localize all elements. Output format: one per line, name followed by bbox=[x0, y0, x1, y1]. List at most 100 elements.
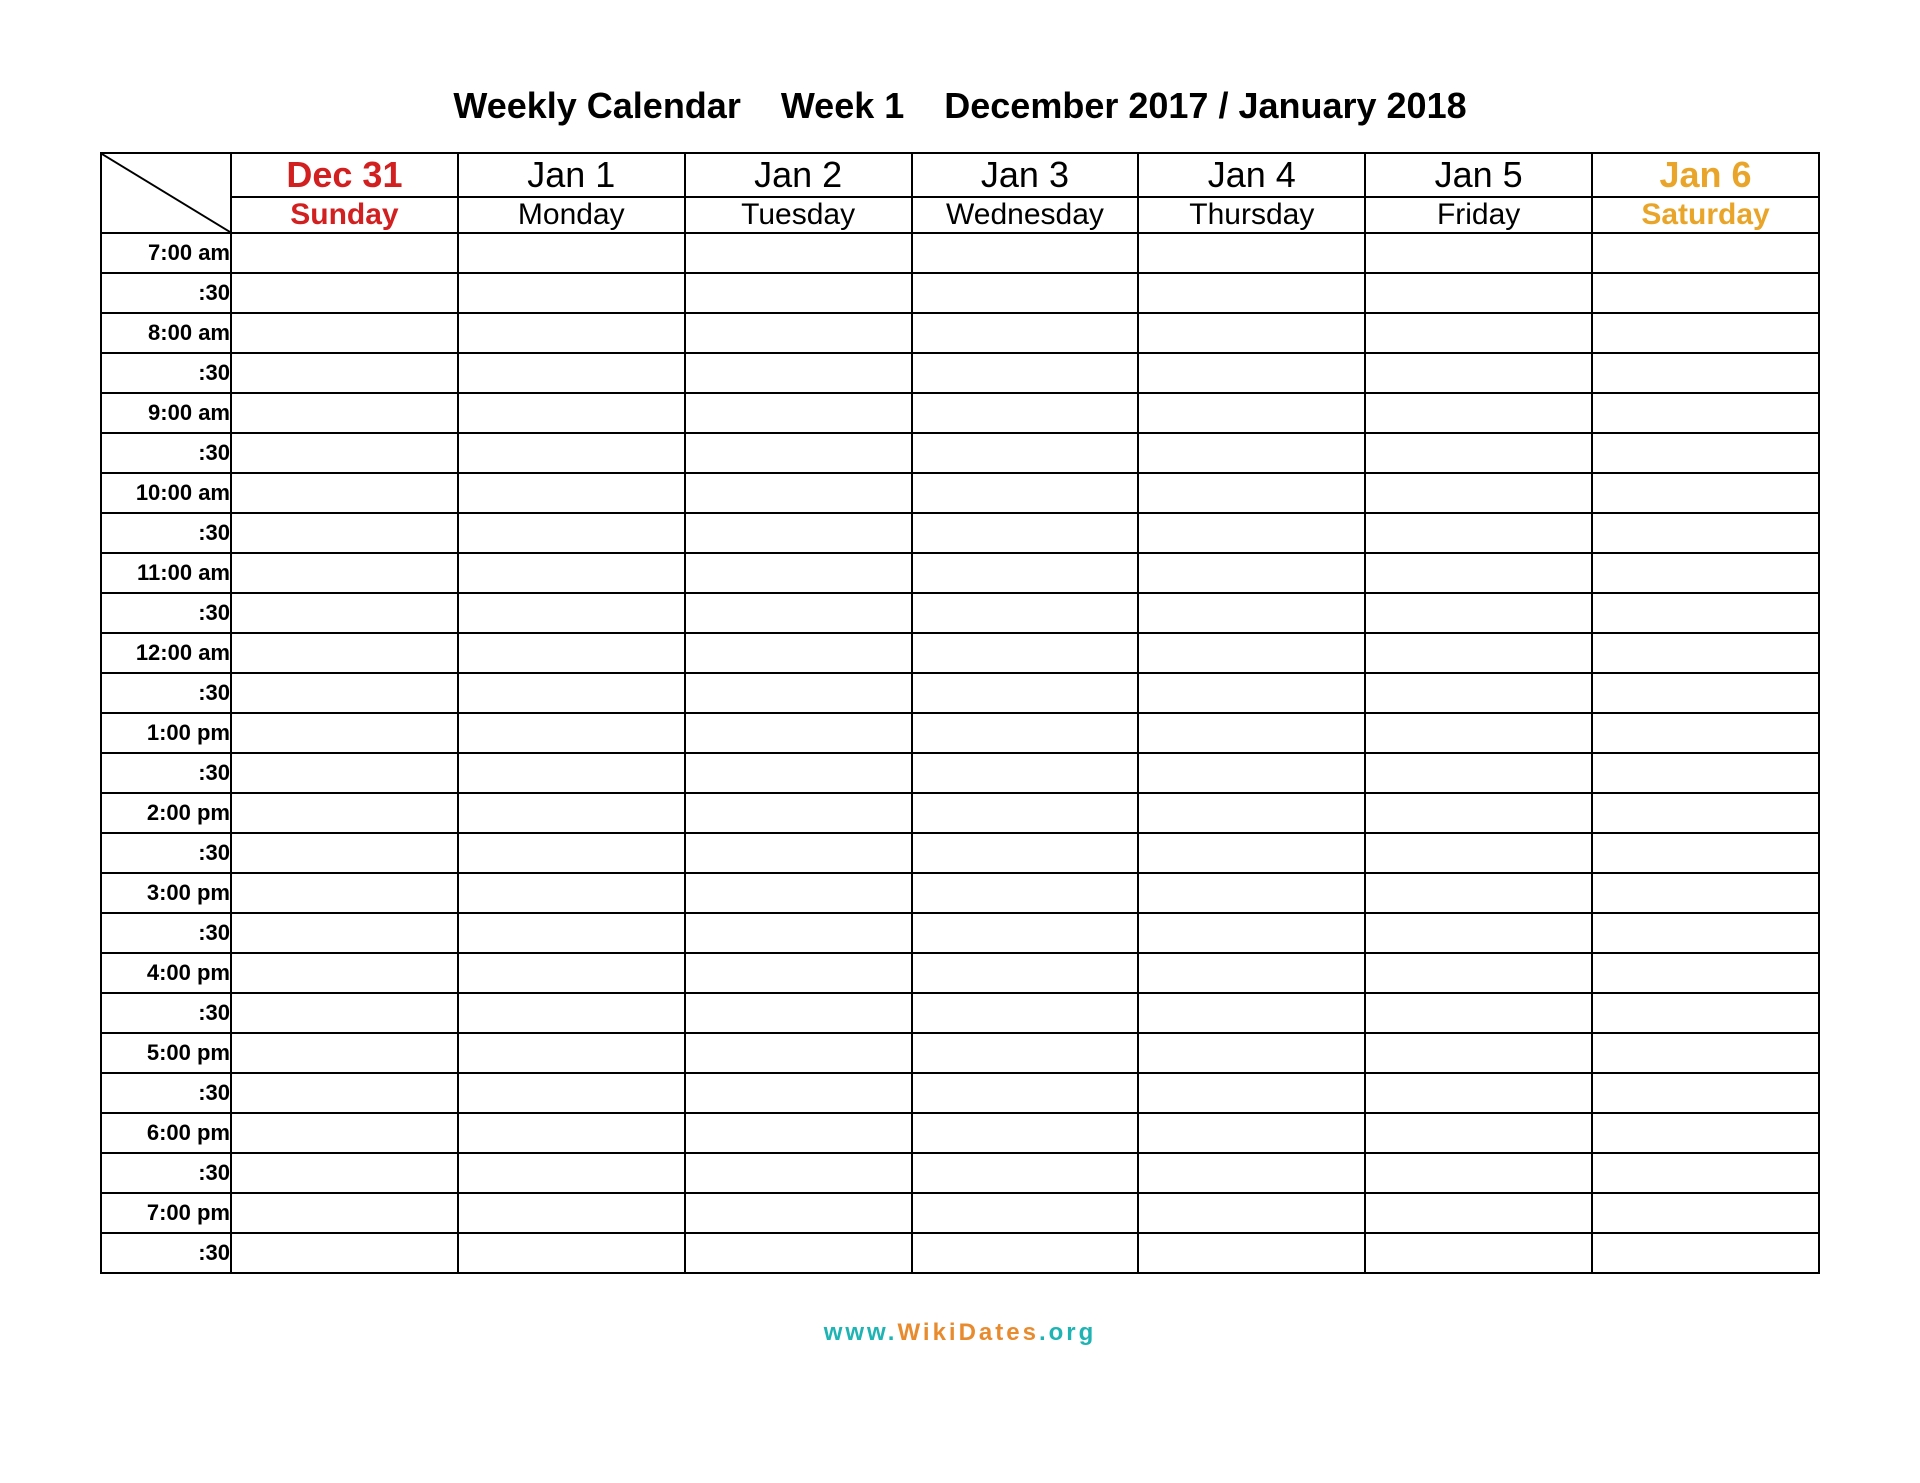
time-slot bbox=[1592, 1193, 1819, 1233]
time-row: :30 bbox=[101, 1233, 1819, 1273]
time-label: :30 bbox=[101, 353, 231, 393]
time-slot bbox=[231, 1113, 458, 1153]
time-slot bbox=[1592, 753, 1819, 793]
time-slot bbox=[231, 793, 458, 833]
time-row: :30 bbox=[101, 273, 1819, 313]
time-label: 6:00 pm bbox=[101, 1113, 231, 1153]
time-slot bbox=[685, 833, 912, 873]
time-slot bbox=[458, 673, 685, 713]
time-slot bbox=[685, 273, 912, 313]
time-row: :30 bbox=[101, 353, 1819, 393]
time-label: 11:00 am bbox=[101, 553, 231, 593]
time-row: :30 bbox=[101, 833, 1819, 873]
time-slot bbox=[685, 673, 912, 713]
time-label: :30 bbox=[101, 833, 231, 873]
time-slot bbox=[685, 713, 912, 753]
time-slot bbox=[1592, 713, 1819, 753]
footer-url: www.WikiDates.org bbox=[100, 1319, 1820, 1347]
time-row: 5:00 pm bbox=[101, 1033, 1819, 1073]
time-slot bbox=[912, 993, 1139, 1033]
time-slot bbox=[912, 1073, 1139, 1113]
time-slot bbox=[685, 473, 912, 513]
time-slot bbox=[1365, 1153, 1592, 1193]
time-slot bbox=[912, 1193, 1139, 1233]
time-slot bbox=[685, 993, 912, 1033]
time-label: :30 bbox=[101, 433, 231, 473]
dayname-row: Sunday Monday Tuesday Wednesday Thursday… bbox=[101, 197, 1819, 233]
time-slot bbox=[458, 913, 685, 953]
time-slot bbox=[1138, 953, 1365, 993]
time-slot bbox=[685, 873, 912, 913]
time-slot bbox=[231, 1153, 458, 1193]
time-slot bbox=[231, 833, 458, 873]
time-slot bbox=[1365, 673, 1592, 713]
time-slot bbox=[231, 513, 458, 553]
time-row: :30 bbox=[101, 433, 1819, 473]
time-slot bbox=[1138, 233, 1365, 273]
time-row: :30 bbox=[101, 593, 1819, 633]
time-slot bbox=[685, 233, 912, 273]
time-slot bbox=[685, 553, 912, 593]
time-slot bbox=[912, 1233, 1139, 1273]
time-row: :30 bbox=[101, 1073, 1819, 1113]
dayname-header: Sunday bbox=[231, 197, 458, 233]
time-label: 3:00 pm bbox=[101, 873, 231, 913]
time-slot bbox=[458, 1113, 685, 1153]
time-slot bbox=[458, 1153, 685, 1193]
time-slot bbox=[685, 1033, 912, 1073]
time-label: :30 bbox=[101, 1073, 231, 1113]
time-slot bbox=[685, 1153, 912, 1193]
time-slot bbox=[912, 1033, 1139, 1073]
time-slot bbox=[231, 753, 458, 793]
time-slot bbox=[685, 1193, 912, 1233]
time-slot bbox=[1365, 753, 1592, 793]
time-slot bbox=[1592, 1033, 1819, 1073]
time-slot bbox=[1592, 913, 1819, 953]
date-row: Dec 31 Jan 1 Jan 2 Jan 3 Jan 4 Jan 5 Jan… bbox=[101, 153, 1819, 197]
time-slot bbox=[458, 873, 685, 913]
time-slot bbox=[1365, 1113, 1592, 1153]
time-label: 7:00 am bbox=[101, 233, 231, 273]
time-slot bbox=[912, 433, 1139, 473]
time-label: :30 bbox=[101, 993, 231, 1033]
time-slot bbox=[458, 513, 685, 553]
time-slot bbox=[231, 1233, 458, 1273]
time-label: 7:00 pm bbox=[101, 1193, 231, 1233]
time-slot bbox=[1365, 1193, 1592, 1233]
time-slot bbox=[458, 833, 685, 873]
time-row: 10:00 am bbox=[101, 473, 1819, 513]
time-slot bbox=[1365, 833, 1592, 873]
time-row: 11:00 am bbox=[101, 553, 1819, 593]
time-row: 1:00 pm bbox=[101, 713, 1819, 753]
calendar-body: 7:00 am:308:00 am:309:00 am:3010:00 am:3… bbox=[101, 233, 1819, 1273]
time-slot bbox=[1365, 713, 1592, 753]
date-header: Jan 5 bbox=[1365, 153, 1592, 197]
time-slot bbox=[1138, 553, 1365, 593]
date-header: Jan 4 bbox=[1138, 153, 1365, 197]
time-slot bbox=[1592, 1113, 1819, 1153]
time-slot bbox=[1138, 753, 1365, 793]
time-slot bbox=[1592, 273, 1819, 313]
time-slot bbox=[1138, 1193, 1365, 1233]
time-slot bbox=[1592, 513, 1819, 553]
time-slot bbox=[231, 713, 458, 753]
time-slot bbox=[458, 753, 685, 793]
time-slot bbox=[1592, 1073, 1819, 1113]
time-label: 10:00 am bbox=[101, 473, 231, 513]
dayname-header: Thursday bbox=[1138, 197, 1365, 233]
time-slot bbox=[685, 353, 912, 393]
date-header: Jan 3 bbox=[912, 153, 1139, 197]
time-slot bbox=[1138, 393, 1365, 433]
time-slot bbox=[685, 633, 912, 673]
time-slot bbox=[1138, 1233, 1365, 1273]
time-slot bbox=[1138, 833, 1365, 873]
time-row: :30 bbox=[101, 1153, 1819, 1193]
time-row: 4:00 pm bbox=[101, 953, 1819, 993]
dayname-header: Friday bbox=[1365, 197, 1592, 233]
time-slot bbox=[912, 473, 1139, 513]
time-slot bbox=[1592, 473, 1819, 513]
time-slot bbox=[1138, 313, 1365, 353]
time-slot bbox=[231, 393, 458, 433]
time-slot bbox=[685, 1073, 912, 1113]
time-slot bbox=[1138, 433, 1365, 473]
